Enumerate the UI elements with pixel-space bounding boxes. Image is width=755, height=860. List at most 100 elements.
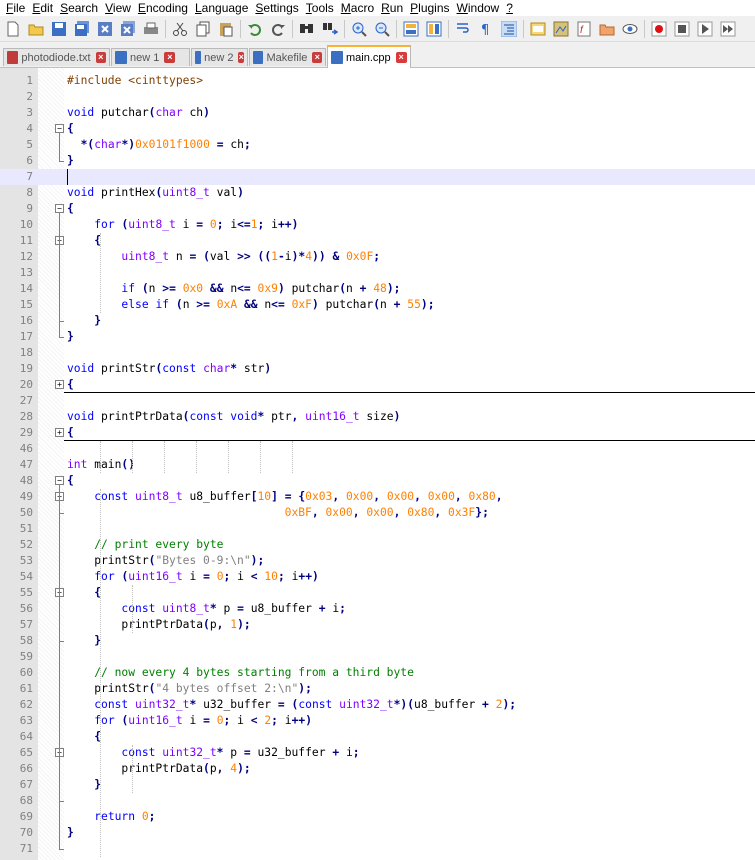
- paste-icon[interactable]: [216, 19, 236, 39]
- code-line[interactable]: 1 #include <cinttypes>: [0, 73, 755, 89]
- code-line[interactable]: 57 printPtrData(p, 1);: [0, 617, 755, 633]
- code-line[interactable]: 61 printStr("4 bytes offset 2:\n");: [0, 681, 755, 697]
- code-line[interactable]: 3 void putchar(char ch): [0, 105, 755, 121]
- menu-file[interactable]: File: [0, 0, 25, 16]
- code-line[interactable]: 16 }: [0, 313, 755, 329]
- code-line[interactable]: 67 }: [0, 777, 755, 793]
- menu-search[interactable]: Search: [53, 0, 98, 16]
- code-editor[interactable]: 1 #include <cinttypes> 2 3 void putchar(char…: [0, 68, 755, 860]
- menu-tools[interactable]: Tools: [299, 0, 334, 16]
- undo-icon[interactable]: [245, 19, 265, 39]
- udl-icon[interactable]: [528, 19, 548, 39]
- code-line[interactable]: 55 {: [0, 585, 755, 601]
- code-line[interactable]: 49 const uint8_t u8_buffer[10] = {0x03, …: [0, 489, 755, 505]
- menu-help[interactable]: ?: [499, 0, 513, 16]
- code-line[interactable]: 66 printPtrData(p, 4);: [0, 761, 755, 777]
- stop-record-icon[interactable]: [672, 19, 692, 39]
- tab-main-cpp[interactable]: main.cpp ×: [327, 45, 411, 68]
- close-tab-icon[interactable]: ×: [164, 52, 176, 63]
- tab-new-1[interactable]: new 1 ×: [111, 48, 190, 66]
- code-line[interactable]: 56 const uint8_t* p = u8_buffer + i;: [0, 601, 755, 617]
- close-tab-icon[interactable]: ×: [95, 52, 106, 63]
- monitor-icon[interactable]: [620, 19, 640, 39]
- code-line[interactable]: 15 else if (n >= 0xA && n<= 0xF) putchar…: [0, 297, 755, 313]
- menu-window[interactable]: Window: [450, 0, 500, 16]
- zoom-in-icon[interactable]: [349, 19, 369, 39]
- fold-expand-icon[interactable]: +: [55, 380, 64, 389]
- code-line[interactable]: 17}: [0, 329, 755, 345]
- cut-icon[interactable]: [170, 19, 190, 39]
- menu-plugins[interactable]: Plugins: [403, 0, 449, 16]
- code-line[interactable]: 7: [0, 169, 755, 185]
- fold-collapse-icon[interactable]: −: [55, 124, 64, 133]
- close-tab-icon[interactable]: ×: [238, 52, 244, 63]
- code-line[interactable]: 10 for (uint8_t i = 0; i<=1; i++): [0, 217, 755, 233]
- code-line[interactable]: 47 int main(): [0, 457, 755, 473]
- code-line[interactable]: 48 {: [0, 473, 755, 489]
- code-line[interactable]: 12 uint8_t n = (val >> ((1-i)*4)) & 0x0F…: [0, 249, 755, 265]
- code-line[interactable]: 18: [0, 345, 755, 361]
- code-line[interactable]: 6}: [0, 153, 755, 169]
- code-line[interactable]: 46: [0, 441, 755, 457]
- menu-edit[interactable]: Edit: [25, 0, 53, 16]
- run-macro-multiple-icon[interactable]: [718, 19, 738, 39]
- code-line[interactable]: 50 0xBF, 0x00, 0x00, 0x80, 0x3F};: [0, 505, 755, 521]
- code-line[interactable]: 62 const uint32_t* u32_buffer = (const u…: [0, 697, 755, 713]
- code-line[interactable]: 60 // now every 4 bytes starting from a …: [0, 665, 755, 681]
- menu-macro[interactable]: Macro: [334, 0, 374, 16]
- zoom-out-icon[interactable]: [372, 19, 392, 39]
- fold-expand-icon[interactable]: +: [55, 428, 64, 437]
- code-line[interactable]: 29 {: [0, 425, 755, 441]
- menu-language[interactable]: Language: [188, 0, 248, 16]
- code-line[interactable]: 27: [0, 393, 755, 409]
- close-icon[interactable]: [95, 19, 115, 39]
- fold-collapse-icon[interactable]: −: [55, 204, 64, 213]
- save-icon[interactable]: [49, 19, 69, 39]
- close-tab-icon[interactable]: ×: [312, 52, 322, 63]
- code-line[interactable]: 2: [0, 89, 755, 105]
- menu-view[interactable]: View: [98, 0, 131, 16]
- new-icon[interactable]: [3, 19, 23, 39]
- code-line[interactable]: 54 for (uint16_t i = 0; i < 10; i++): [0, 569, 755, 585]
- print-icon[interactable]: [141, 19, 161, 39]
- code-line[interactable]: 5 *(char*)0x0101f1000 = ch;: [0, 137, 755, 153]
- code-line[interactable]: 58 }: [0, 633, 755, 649]
- code-line[interactable]: 59: [0, 649, 755, 665]
- code-line[interactable]: 51: [0, 521, 755, 537]
- show-all-chars-icon[interactable]: ¶: [476, 19, 496, 39]
- sync-vertical-icon[interactable]: [401, 19, 421, 39]
- indent-guide-icon[interactable]: [499, 19, 519, 39]
- code-line[interactable]: 52 // print every byte: [0, 537, 755, 553]
- close-tab-icon[interactable]: ×: [395, 52, 407, 63]
- code-line[interactable]: 69 return 0;: [0, 809, 755, 825]
- tab-new-2[interactable]: new 2 ×: [191, 48, 248, 66]
- close-all-icon[interactable]: [118, 19, 138, 39]
- fold-collapse-icon[interactable]: −: [55, 476, 64, 485]
- play-macro-icon[interactable]: [695, 19, 715, 39]
- open-icon[interactable]: [26, 19, 46, 39]
- function-list-icon[interactable]: f: [574, 19, 594, 39]
- tab-makefile[interactable]: Makefile ×: [249, 48, 326, 66]
- menu-encoding[interactable]: Encoding: [131, 0, 188, 16]
- code-line[interactable]: 53 printStr("Bytes 0-9:\n");: [0, 553, 755, 569]
- word-wrap-icon[interactable]: [453, 19, 473, 39]
- menu-run[interactable]: Run: [374, 0, 403, 16]
- code-line[interactable]: 13: [0, 265, 755, 281]
- redo-icon[interactable]: [268, 19, 288, 39]
- code-line[interactable]: 71: [0, 841, 755, 857]
- folder-workspace-icon[interactable]: [597, 19, 617, 39]
- record-macro-icon[interactable]: [649, 19, 669, 39]
- code-line[interactable]: 19 void printStr(const char* str): [0, 361, 755, 377]
- menu-settings[interactable]: Settings: [248, 0, 298, 16]
- code-line[interactable]: 20 {: [0, 377, 755, 393]
- code-line[interactable]: 65 const uint32_t* p = u32_buffer + i;: [0, 745, 755, 761]
- code-line[interactable]: 28 void printPtrData(const void* ptr, uin…: [0, 409, 755, 425]
- tab-photodiode-txt[interactable]: photodiode.txt ×: [3, 48, 110, 66]
- code-line[interactable]: 68: [0, 793, 755, 809]
- sync-horizontal-icon[interactable]: [424, 19, 444, 39]
- replace-icon[interactable]: [320, 19, 340, 39]
- code-line[interactable]: 70}: [0, 825, 755, 841]
- save-all-icon[interactable]: [72, 19, 92, 39]
- code-line[interactable]: 63 for (uint16_t i = 0; i < 2; i++): [0, 713, 755, 729]
- code-line[interactable]: 14 if (n >= 0x0 && n<= 0x9) putchar(n + …: [0, 281, 755, 297]
